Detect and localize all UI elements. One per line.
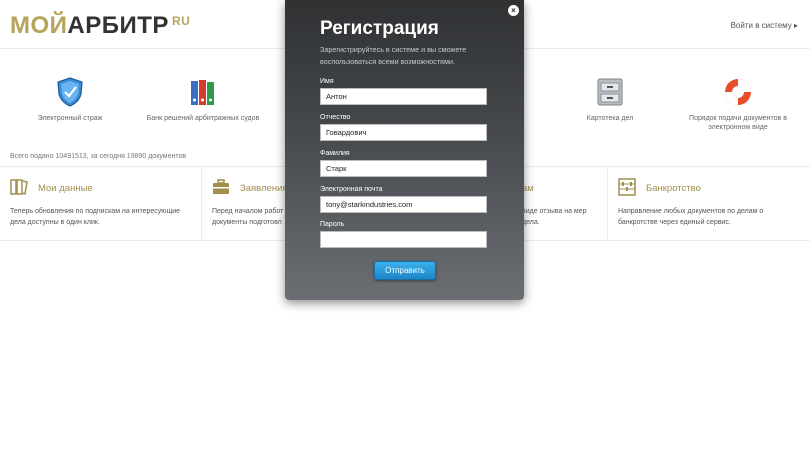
last-name-label: Фамилия: [320, 150, 350, 157]
service-filing-procedure[interactable]: Порядок подачи документов в электронном …: [678, 76, 798, 133]
service-label: Порядок подачи документов в электронном …: [689, 115, 787, 132]
service-case-files[interactable]: Картотека дел: [550, 76, 670, 123]
folders-icon: [10, 179, 28, 195]
file-cabinet-icon: [597, 78, 623, 106]
service-label: Картотека дел: [586, 115, 634, 122]
patronymic-label: Отчество: [320, 114, 351, 121]
card-desc: Перед началом работ документы подготовл: [212, 208, 284, 227]
card-bankruptcy[interactable]: Банкротство Направление любых документов…: [608, 168, 810, 240]
login-link[interactable]: Войти в систему ▸: [731, 21, 798, 30]
card-desc: виде отзыва на мер дела.: [522, 208, 587, 227]
modal-title: Регистрация: [320, 18, 439, 39]
service-label: Банк решений арбитражных судов: [146, 115, 260, 122]
modal-subtitle: Зарегистрируйтесь в системе и вы сможете…: [320, 45, 467, 66]
shield-icon: [57, 77, 83, 107]
card-title: Заявления: [240, 183, 288, 194]
email-field[interactable]: tony@starkindustries.com: [320, 196, 487, 213]
last-name-field[interactable]: Старк: [320, 160, 487, 177]
binders-icon: [191, 80, 214, 105]
abacus-icon: [618, 178, 636, 196]
card-title: Банкротство: [646, 183, 701, 194]
patronymic-field[interactable]: Говардович: [320, 124, 487, 141]
close-icon[interactable]: ×: [508, 5, 519, 16]
service-decisions-bank[interactable]: Банк решений арбитражных судов: [143, 76, 263, 123]
lifebuoy-icon: [725, 79, 751, 105]
first-name-label: Имя: [320, 78, 334, 85]
card-desc: Направление любых документов по делам о …: [618, 208, 764, 227]
service-electronic-guard[interactable]: Электронный страж: [10, 76, 130, 123]
briefcase-icon: [213, 179, 229, 194]
first-name-field[interactable]: Антон: [320, 88, 487, 105]
registration-modal: × Регистрация Зарегистрируйтесь в систем…: [285, 0, 524, 300]
site-logo[interactable]: МОЙАРБИТР RU: [10, 12, 190, 40]
password-field[interactable]: [320, 231, 487, 248]
email-label: Электронная почта: [320, 186, 383, 193]
card-my-data[interactable]: Мои данные Теперь обновления по подписка…: [0, 168, 202, 240]
documents-counter: Всего подано 10491513, за сегодня 19890 …: [10, 153, 187, 160]
card-desc: Теперь обновления по подпискам на интере…: [10, 208, 181, 227]
password-label: Пароль: [320, 221, 345, 228]
card-title: Мои данные: [38, 183, 93, 194]
logo-tld: RU: [171, 14, 191, 28]
service-label: Электронный страж: [37, 115, 103, 122]
logo-word-2: АРБИТР: [67, 12, 169, 39]
logo-word-1: МОЙ: [10, 12, 68, 39]
submit-button[interactable]: Отправить: [374, 261, 436, 280]
